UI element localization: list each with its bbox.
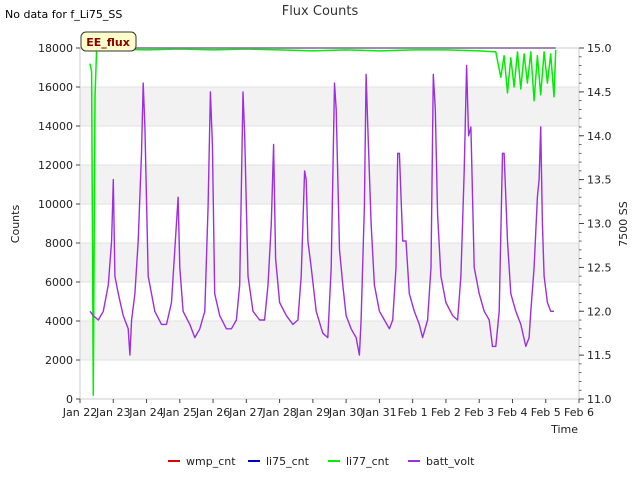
x-tick-label: Jan 28 xyxy=(261,406,296,419)
y-axis-label: Counts xyxy=(9,205,22,244)
y-tick-label: 12000 xyxy=(38,159,73,172)
x-tick-label: Jan 27 xyxy=(228,406,263,419)
x-tick-label: Jan 26 xyxy=(195,406,230,419)
x-tick-label: Feb 1 xyxy=(398,406,428,419)
y-tick-label: 18000 xyxy=(38,42,73,55)
x-axis-label: Time xyxy=(550,423,578,436)
x-tick-label: Jan 22 xyxy=(62,406,97,419)
y-tick-label: 8000 xyxy=(45,237,73,250)
grid-band xyxy=(80,243,579,282)
x-tick-label: Feb 3 xyxy=(464,406,494,419)
grid-band xyxy=(80,87,579,126)
y2-tick-label: 13.0 xyxy=(587,218,612,231)
y2-tick-label: 12.5 xyxy=(587,261,612,274)
y2-tick-label: 11.5 xyxy=(587,349,612,362)
y2-tick-label: 11.0 xyxy=(587,393,612,406)
y-tick-label: 0 xyxy=(66,393,73,406)
y2-tick-label: 14.0 xyxy=(587,130,612,143)
y-tick-label: 2000 xyxy=(45,354,73,367)
legend-label-li77-cnt: li77_cnt xyxy=(346,455,390,468)
grid-bands xyxy=(80,47,579,400)
right-y-axis: 11.0 11.5 12.0 12.5 13.0 13.5 14.0 14.5 15.0 xyxy=(579,42,612,406)
y2-tick-label: 13.5 xyxy=(587,174,612,187)
x-tick-label: Jan 25 xyxy=(162,406,197,419)
x-tick-label: Feb 2 xyxy=(431,406,461,419)
y2-tick-label: 15.0 xyxy=(587,42,612,55)
y2-tick-label: 14.5 xyxy=(587,86,612,99)
ee-flux-badge: EE_flux xyxy=(80,31,137,52)
y-tick-label: 4000 xyxy=(45,315,73,328)
grid-band xyxy=(80,321,579,360)
left-y-axis: 0 2000 4000 6000 8000 10000 12000 14000 16000 180… xyxy=(38,42,80,406)
x-tick-label: Jan 31 xyxy=(361,406,396,419)
x-tick-label: Jan 30 xyxy=(328,406,363,419)
x-tick-label: Jan 23 xyxy=(95,406,130,419)
y-tick-label: 16000 xyxy=(38,81,73,94)
legend-label-batt-volt: batt_volt xyxy=(426,455,475,468)
x-tick-label: Jan 29 xyxy=(295,406,330,419)
flux-counts-chart: No data for f_Li75_SS Flux Counts 0 2000 4… xyxy=(5,4,630,468)
x-tick-label: Feb 6 xyxy=(564,406,594,419)
y-tick-label: 14000 xyxy=(38,120,73,133)
x-axis: Jan 22Jan 23Jan 24Jan 25Jan 26Jan 27Jan … xyxy=(62,399,594,419)
x-tick-label: Feb 5 xyxy=(531,406,561,419)
x-tick-label: Feb 4 xyxy=(497,406,527,419)
y-tick-label: 10000 xyxy=(38,198,73,211)
badge-label: EE_flux xyxy=(86,36,130,49)
legend: wmp_cnt li75_cnt li77_cnt batt_volt xyxy=(168,455,475,468)
y2-axis-label: 7500 SS xyxy=(617,201,630,246)
legend-label-wmp-cnt: wmp_cnt xyxy=(186,455,236,468)
legend-label-li75-cnt: li75_cnt xyxy=(266,455,310,468)
y-tick-label: 6000 xyxy=(45,276,73,289)
no-data-note: No data for f_Li75_SS xyxy=(5,8,122,21)
chart-title: Flux Counts xyxy=(282,4,359,19)
y2-tick-label: 12.0 xyxy=(587,305,612,318)
x-tick-label: Jan 24 xyxy=(128,406,163,419)
